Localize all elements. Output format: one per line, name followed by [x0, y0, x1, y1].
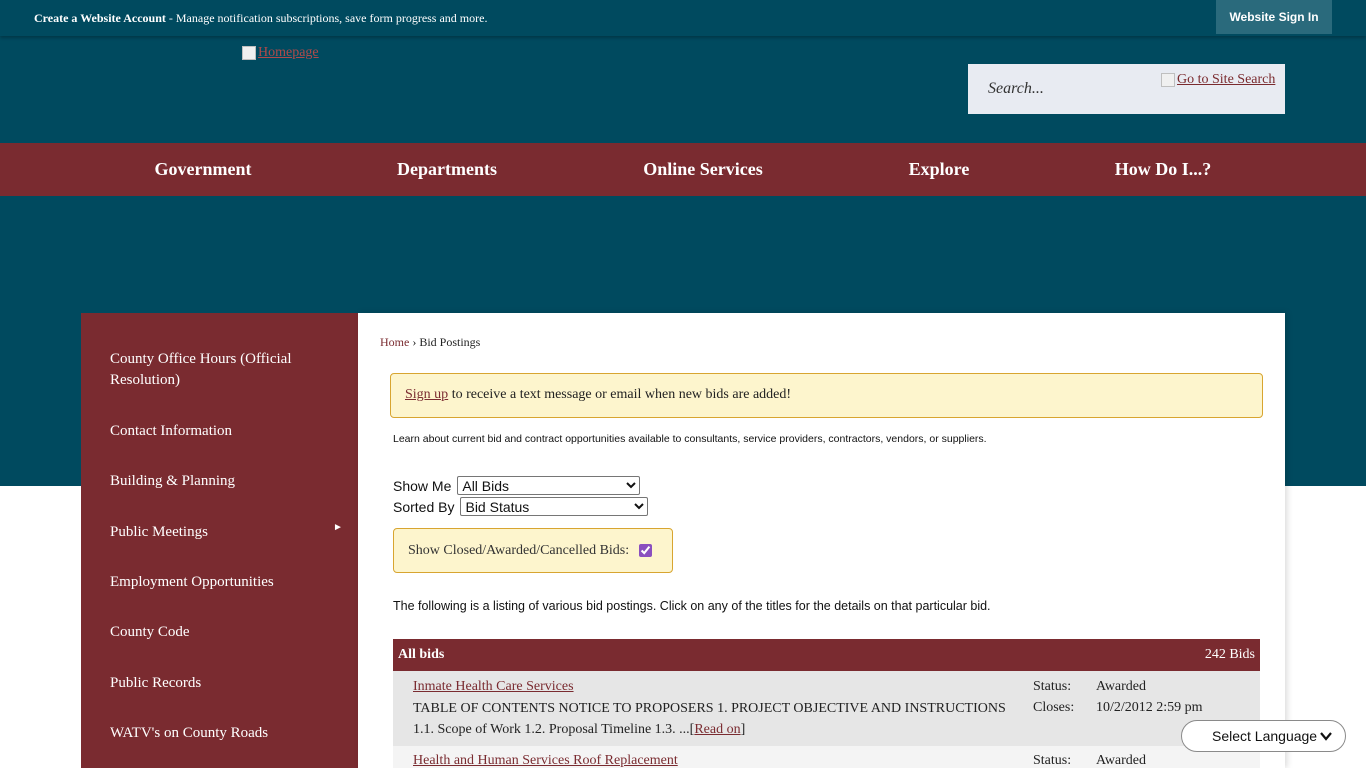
create-account-link[interactable]: Create a Website Account — [34, 11, 166, 25]
bid-title-link[interactable]: Inmate Health Care Services — [413, 679, 574, 695]
search-button-alt: Go to Site Search — [1177, 72, 1276, 87]
select-language-label: Select Language — [1212, 728, 1318, 744]
sidebar-item-contact-information[interactable]: Contact Information — [110, 421, 330, 442]
bid-row: Health and Human Services Roof Replaceme… — [393, 746, 1260, 768]
bid-status-label: Status: — [1033, 679, 1072, 694]
nav-online-services[interactable]: Online Services — [643, 143, 763, 196]
signup-alert: Sign up to receive a text message or ema… — [390, 373, 1263, 418]
submenu-arrow-icon[interactable]: ► — [333, 522, 343, 533]
broken-image-icon — [242, 46, 256, 60]
sidebar-item-watv[interactable]: WATV's on County Roads — [110, 723, 330, 744]
bid-description: TABLE OF CONTENTS NOTICE TO PROPOSERS 1.… — [413, 701, 1006, 737]
breadcrumb-current: Bid Postings — [419, 335, 481, 349]
search-input[interactable] — [968, 64, 1168, 114]
utility-bar: Create a Website Account - Manage notifi… — [0, 0, 1366, 36]
main-content: Home › Bid Postings Sign up to receive a… — [358, 313, 1285, 768]
closed-bids-checkbox[interactable] — [639, 544, 653, 557]
signup-link[interactable]: Sign up — [405, 387, 448, 402]
bid-closes-date: 10/2/2012 2:59 pm — [1096, 700, 1203, 715]
sidebar-item-office-hours[interactable]: County Office Hours (Official Resolution… — [110, 349, 330, 391]
read-on-link[interactable]: Read on — [694, 722, 740, 737]
signup-alert-text: to receive a text message or email when … — [448, 387, 792, 402]
create-account-banner: Create a Website Account - Manage notifi… — [34, 11, 487, 26]
bid-title-link[interactable]: Health and Human Services Roof Replaceme… — [413, 753, 678, 768]
homepage-logo-alt: Homepage — [258, 45, 319, 60]
bid-closes-label: Closes: — [1033, 700, 1075, 715]
bid-status: Awarded — [1096, 753, 1147, 768]
sidebar-item-county-code[interactable]: County Code — [110, 622, 330, 643]
broken-image-icon — [1161, 73, 1175, 87]
sorted-by-select[interactable]: Bid Status — [460, 497, 649, 516]
select-language-dropdown[interactable]: Select Language — [1181, 720, 1346, 752]
breadcrumb: Home › Bid Postings — [380, 335, 480, 350]
homepage-logo-link[interactable]: Homepage — [242, 45, 319, 61]
nav-how-do-i[interactable]: How Do I...? — [1115, 143, 1212, 196]
bids-table-header: All bids 242 Bids — [393, 639, 1260, 671]
show-me-label: Show Me — [393, 477, 452, 494]
nav-explore[interactable]: Explore — [909, 143, 970, 196]
bids-category-title: All bids — [398, 647, 445, 662]
closed-bids-toggle: Show Closed/Awarded/Cancelled Bids: — [393, 528, 673, 573]
bid-status-label: Status: — [1033, 753, 1072, 768]
nav-departments[interactable]: Departments — [397, 143, 497, 196]
site-header: Homepage Go to Site Search — [0, 36, 1366, 143]
sidebar-item-building-planning[interactable]: Building & Planning — [110, 471, 330, 492]
create-account-tagline: - Manage notification subscriptions, sav… — [165, 11, 488, 25]
sorted-by-label: Sorted By — [393, 498, 455, 515]
nav-government[interactable]: Government — [155, 143, 252, 196]
intro-text: Learn about current bid and contract opp… — [393, 433, 987, 445]
breadcrumb-separator: › — [409, 335, 420, 349]
show-me-filter: Show Me All Bids — [393, 476, 641, 495]
chevron-down-icon — [1320, 732, 1332, 741]
breadcrumb-home-link[interactable]: Home — [380, 335, 409, 349]
show-me-select[interactable]: All Bids — [457, 476, 641, 495]
search-button[interactable]: Go to Site Search — [1161, 72, 1275, 88]
bids-count: 242 Bids — [1204, 647, 1255, 662]
sidebar-item-public-records[interactable]: Public Records — [110, 673, 330, 694]
sidebar-item-employment[interactable]: Employment Opportunities — [110, 572, 330, 593]
closed-bids-label: Show Closed/Awarded/Cancelled Bids: — [408, 542, 630, 558]
bid-row: Inmate Health Care Services TABLE OF CON… — [393, 671, 1260, 746]
website-sign-in-button[interactable]: Website Sign In — [1216, 0, 1332, 34]
main-nav: Government Departments Online Services E… — [0, 143, 1366, 196]
sorted-by-filter: Sorted By Bid Status — [393, 497, 649, 516]
sidebar-item-public-meetings[interactable]: Public Meetings — [110, 522, 330, 543]
bid-status: Awarded — [1096, 679, 1147, 694]
listing-intro: The following is a listing of various bi… — [393, 599, 991, 613]
site-search: Go to Site Search — [968, 64, 1285, 114]
sidebar-nav: County Office Hours (Official Resolution… — [81, 313, 358, 768]
